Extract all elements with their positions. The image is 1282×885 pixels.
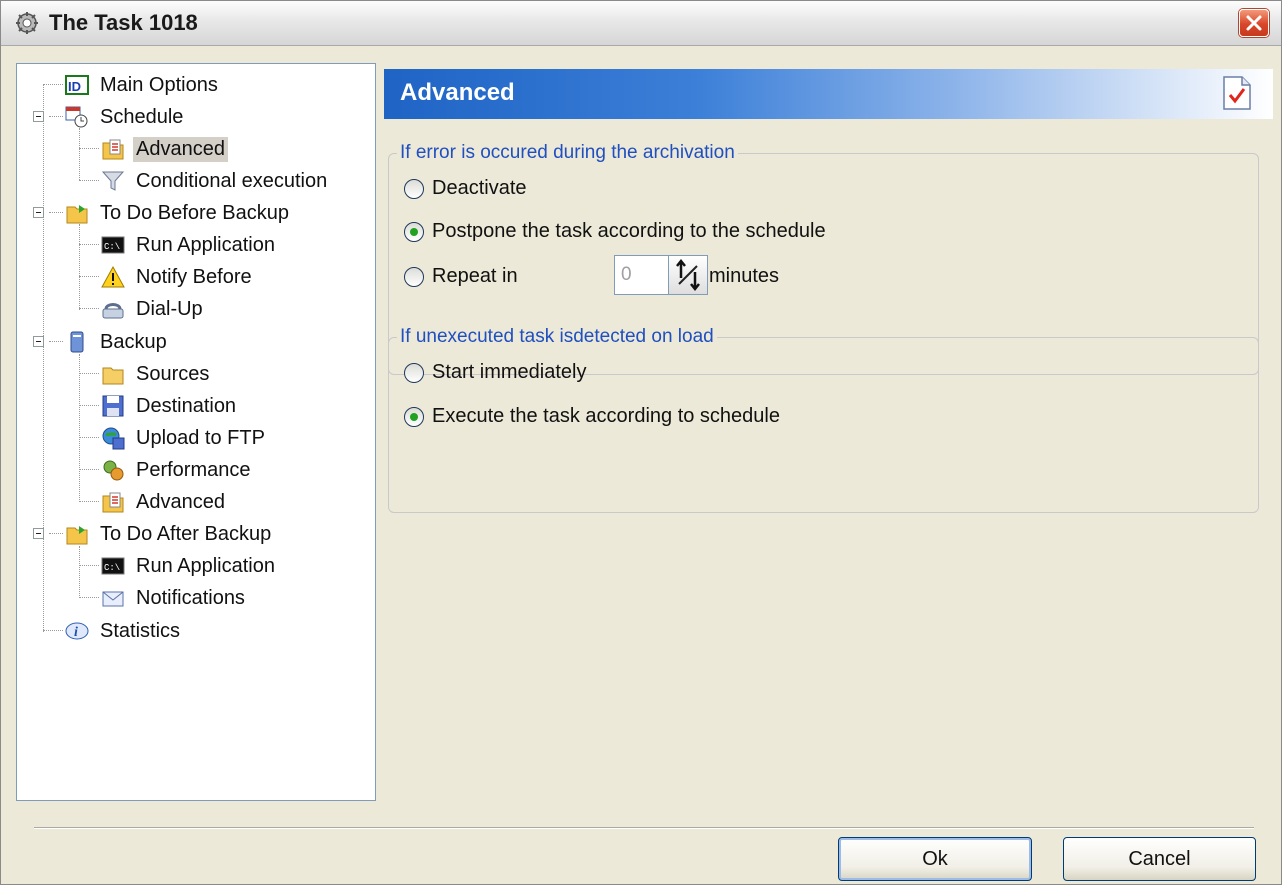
backup-collapse-toggle[interactable] (33, 336, 44, 347)
folder-icon (102, 367, 124, 385)
tree-item-statistics[interactable]: i Statistics (65, 616, 183, 646)
tree-item-destination[interactable]: Destination (101, 391, 239, 421)
tree-item-backup-advanced[interactable]: Advanced (101, 487, 228, 517)
radio-postpone-circle[interactable] (404, 221, 424, 242)
tree-item-conditional-execution[interactable]: Conditional execution (101, 166, 330, 196)
tree-item-run-application-before[interactable]: C:\ Run Application (101, 230, 278, 260)
window-title: The Task 1018 (49, 10, 198, 35)
panel-header: Advanced (384, 69, 1273, 119)
close-icon (1246, 15, 1262, 31)
envelope-icon (102, 591, 124, 607)
tree-item-schedule[interactable]: Schedule (65, 102, 186, 132)
settings-panel: Advanced If error is occured during the … (384, 69, 1273, 804)
error-group-legend: If error is occured during the archivati… (397, 142, 738, 164)
radio-postpone[interactable]: Postpone the task according to the sched… (404, 220, 826, 243)
schedule-collapse-toggle[interactable] (33, 111, 44, 122)
calendar-clock-icon (65, 106, 88, 128)
gears-icon (103, 460, 124, 481)
folder-arrow-icon (66, 205, 88, 224)
tree-item-backup[interactable]: Backup (65, 327, 170, 357)
radio-repeat-in[interactable]: Repeat in (404, 265, 518, 288)
tree-item-dial-up[interactable]: Dial-Up (101, 294, 206, 324)
radio-start-immediately[interactable]: Start immediately (404, 361, 587, 384)
tree-item-schedule-advanced[interactable]: Advanced (101, 134, 228, 164)
radio-execute-schedule[interactable]: Execute the task according to schedule (404, 405, 780, 428)
close-button[interactable] (1239, 9, 1269, 37)
info-icon: i (65, 622, 89, 640)
title-bar[interactable]: The Task 1018 (1, 1, 1281, 46)
advanced-settings-icon (102, 492, 124, 513)
tree-item-performance[interactable]: Performance (101, 455, 254, 485)
spinner-arrows-icon (676, 258, 700, 292)
navigation-tree[interactable]: ID Main Options Schedule Advanced Condit… (16, 63, 376, 801)
repeat-minutes-spinner[interactable] (668, 255, 708, 295)
ftp-icon (102, 427, 125, 450)
unexecuted-group-legend: If unexecuted task isdetected on load (397, 326, 717, 348)
panel-title: Advanced (400, 79, 515, 106)
document-check-icon (1223, 76, 1251, 110)
console-icon: C:\ (101, 557, 125, 575)
after-backup-collapse-toggle[interactable] (33, 528, 44, 539)
radio-deactivate-circle[interactable] (404, 178, 424, 199)
before-backup-collapse-toggle[interactable] (33, 207, 44, 218)
ok-button[interactable]: Ok (838, 837, 1032, 881)
radio-repeat-circle[interactable] (404, 266, 424, 287)
svg-text:C:\: C:\ (104, 242, 120, 252)
console-icon: C:\ (101, 236, 125, 254)
tree-item-notify-before[interactable]: Notify Before (101, 262, 255, 292)
tree-item-upload-ftp[interactable]: Upload to FTP (101, 423, 268, 453)
advanced-settings-icon (102, 139, 124, 160)
svg-text:i: i (74, 625, 78, 640)
warning-icon (101, 265, 125, 288)
id-icon: ID (65, 75, 89, 95)
svg-text:ID: ID (68, 79, 81, 94)
cancel-button[interactable]: Cancel (1063, 837, 1256, 881)
tree-item-sources[interactable]: Sources (101, 359, 212, 389)
tree-item-after-backup[interactable]: To Do After Backup (65, 519, 274, 549)
filter-icon (101, 171, 125, 191)
floppy-icon (102, 395, 124, 417)
folder-arrow-icon (66, 526, 88, 545)
repeat-minutes-input[interactable]: 0 (614, 255, 670, 295)
footer-separator (34, 827, 1254, 829)
tree-item-run-application-after[interactable]: C:\ Run Application (101, 551, 278, 581)
radio-deactivate[interactable]: Deactivate (404, 177, 527, 200)
tree-item-notifications[interactable]: Notifications (101, 583, 248, 613)
radio-execute-circle[interactable] (404, 406, 424, 427)
svg-text:C:\: C:\ (104, 563, 120, 573)
tree-item-before-backup[interactable]: To Do Before Backup (65, 198, 292, 228)
dialog-window: The Task 1018 ID Main Options Schedule A… (0, 0, 1282, 885)
dialup-icon (102, 303, 124, 319)
radio-start-circle[interactable] (404, 362, 424, 383)
computer-icon (70, 331, 84, 353)
tree-item-main-options[interactable]: ID Main Options (65, 70, 221, 100)
task-gear-icon (16, 12, 38, 34)
repeat-unit-label: minutes (709, 265, 780, 287)
